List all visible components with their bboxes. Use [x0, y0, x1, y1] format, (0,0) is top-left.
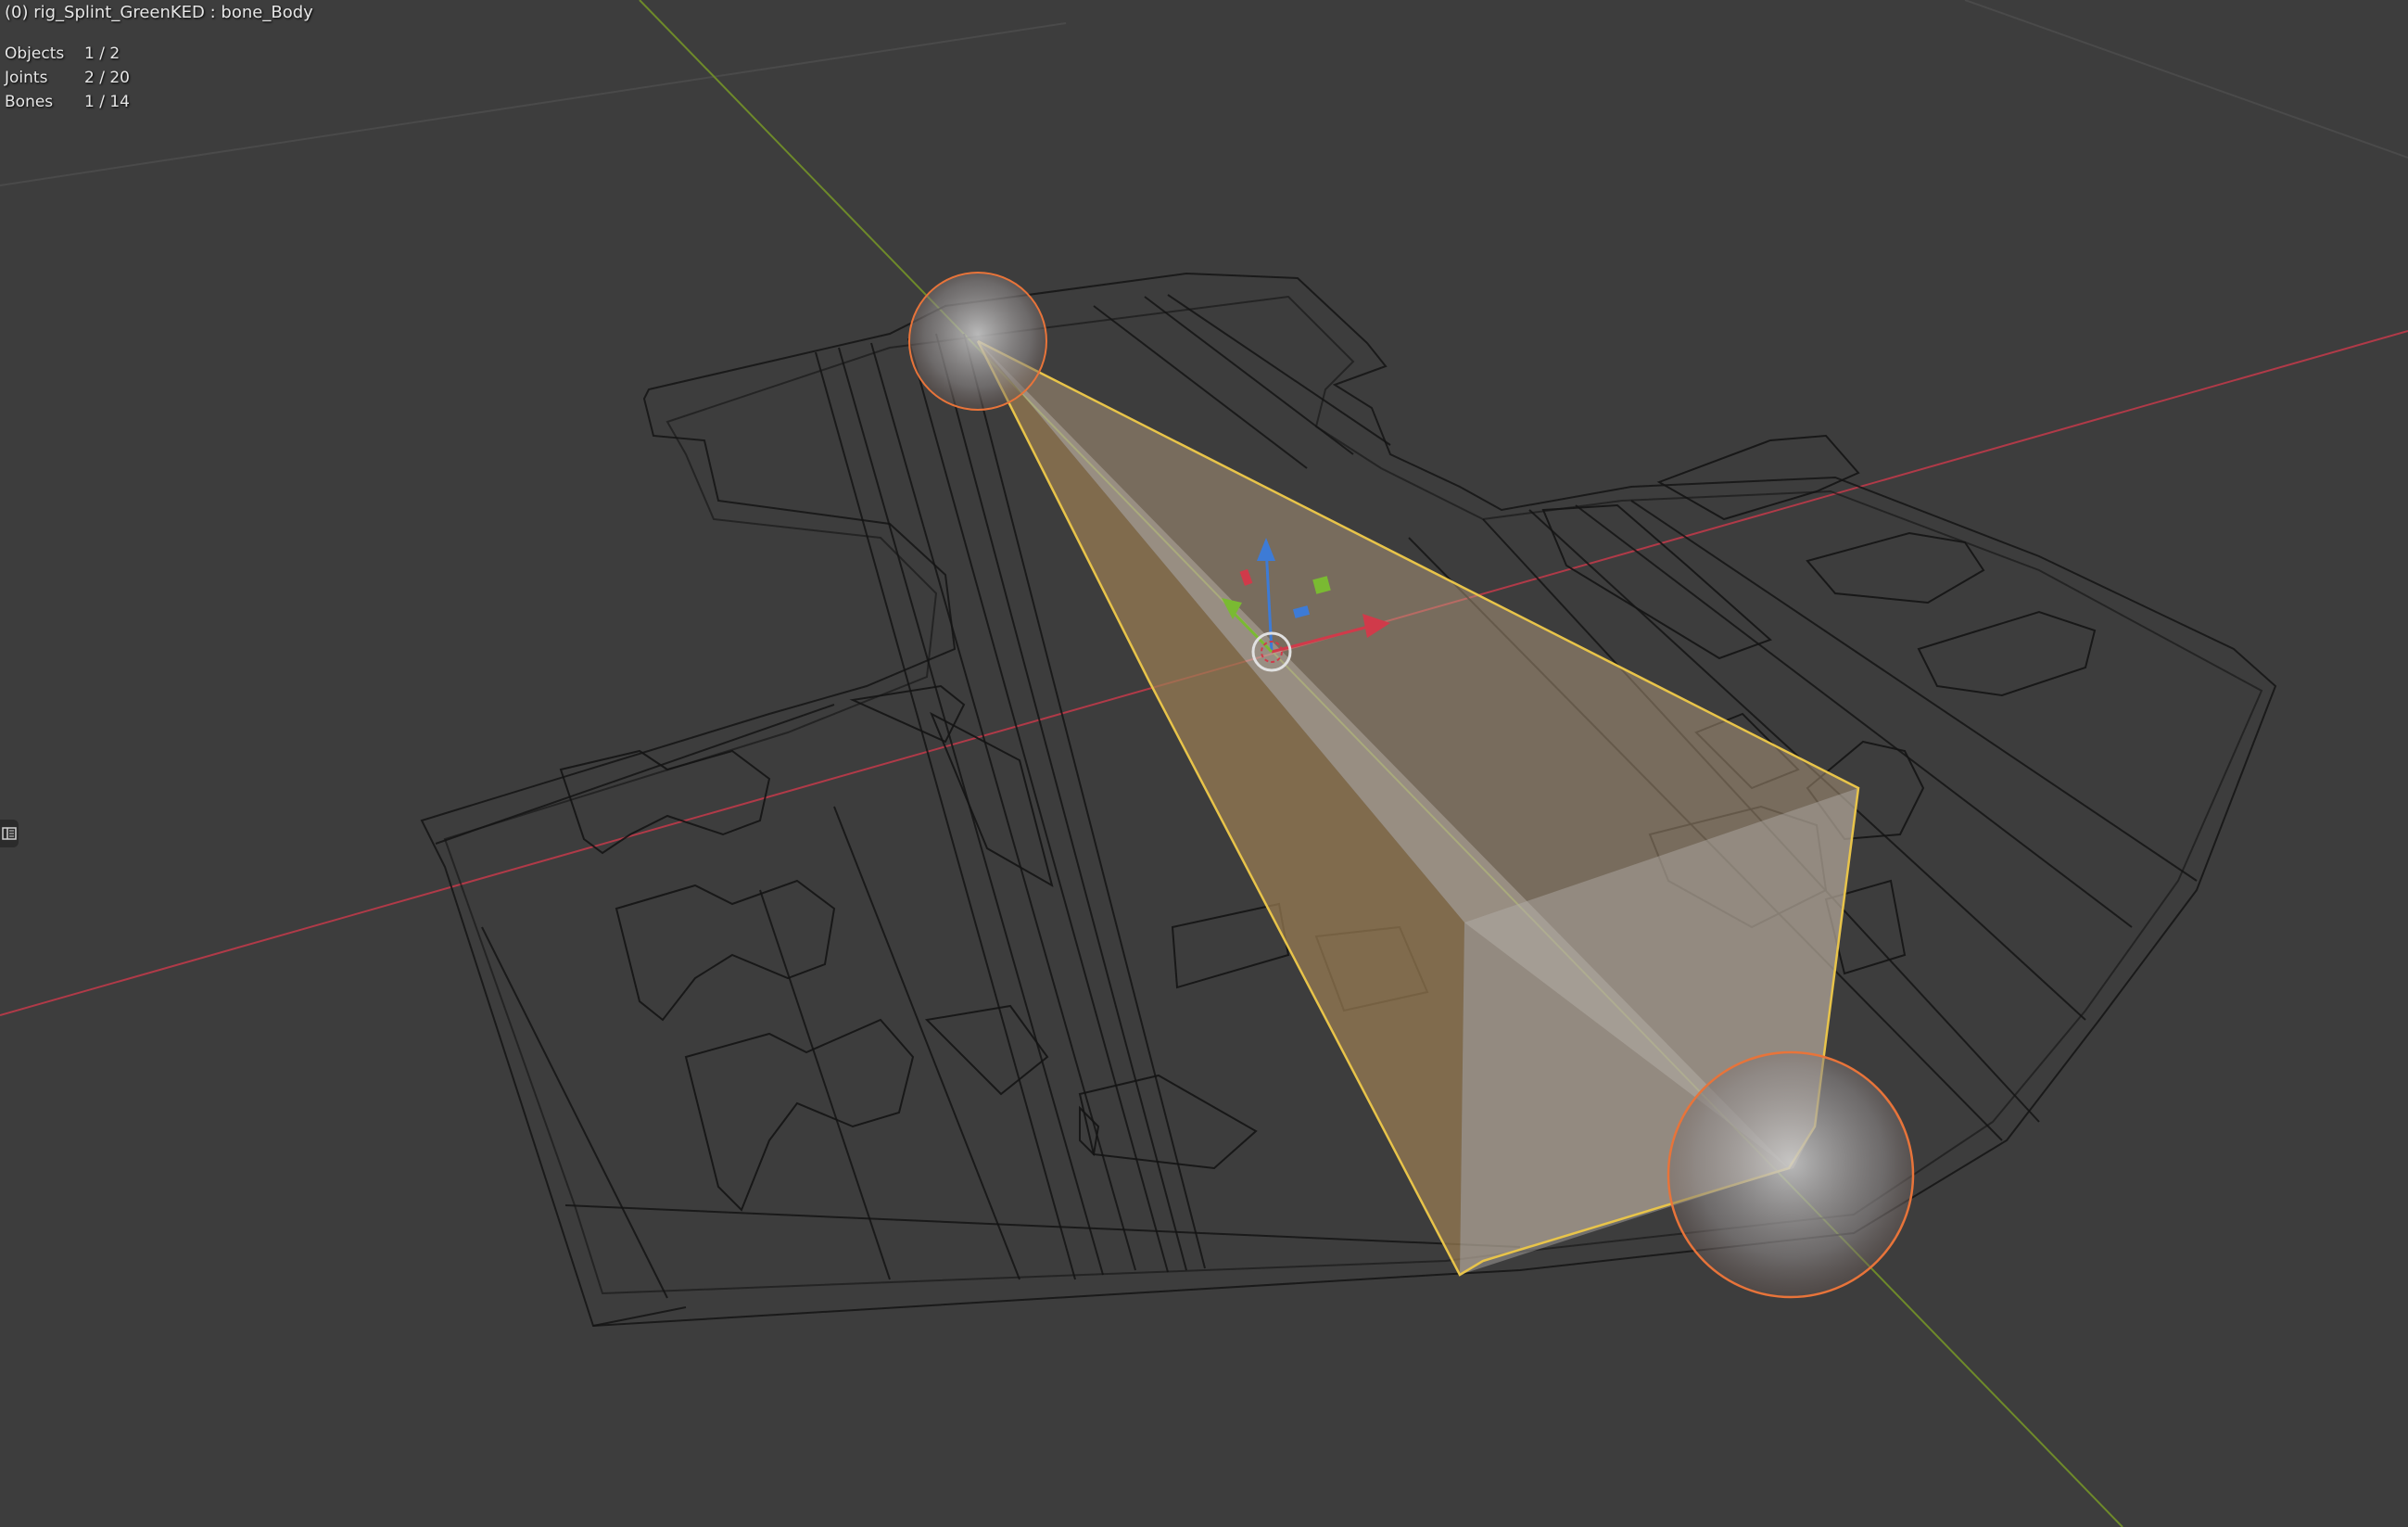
- scene-canvas[interactable]: [0, 0, 2408, 1527]
- stat-value: 1 / 14: [84, 93, 130, 111]
- stat-value: 1 / 2: [84, 45, 120, 63]
- stat-label: Objects: [5, 45, 65, 63]
- stat-row-joints: Joints 2 / 20: [5, 66, 130, 90]
- viewport-title: (0) rig_Splint_GreenKED : bone_Body: [5, 3, 313, 22]
- bone-tail-joint[interactable]: [1667, 1050, 1915, 1299]
- stat-row-bones: Bones 1 / 14: [5, 90, 130, 114]
- sidebar-toggle-icon: [2, 827, 17, 840]
- bone-head-joint[interactable]: [908, 272, 1047, 411]
- stat-label: Bones: [5, 93, 54, 111]
- stat-value: 2 / 20: [84, 69, 130, 87]
- statistics-panel: Objects 1 / 2 Joints 2 / 20 Bones 1 / 14: [5, 42, 130, 114]
- 3d-viewport[interactable]: (0) rig_Splint_GreenKED : bone_Body Obje…: [0, 0, 2408, 1527]
- stat-row-objects: Objects 1 / 2: [5, 42, 130, 66]
- grid-lines: [0, 0, 2408, 186]
- sidebar-toggle-button[interactable]: [0, 820, 19, 847]
- stat-label: Joints: [5, 69, 48, 87]
